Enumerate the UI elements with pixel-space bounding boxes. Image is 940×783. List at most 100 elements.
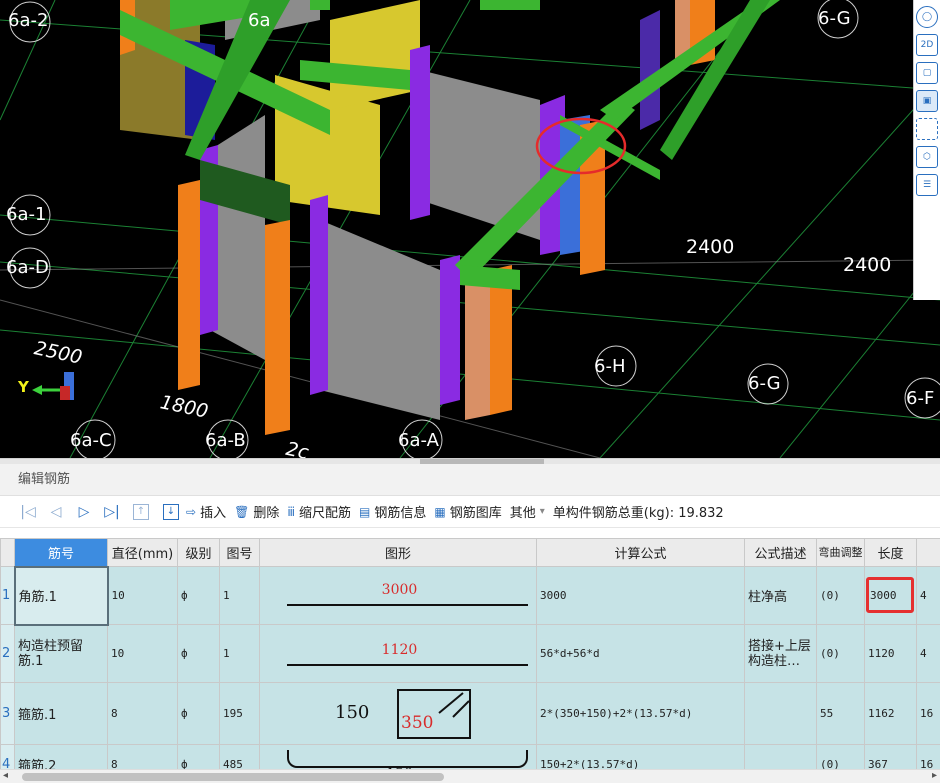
bend-adjust-cell[interactable]: (0) bbox=[816, 624, 865, 683]
extra-cell[interactable]: 4 bbox=[916, 624, 940, 683]
shape-cell[interactable]: 150 bbox=[259, 744, 537, 772]
shape-cell[interactable]: 3000 bbox=[259, 566, 537, 625]
formula-desc-cell[interactable]: 搭接+上层构造柱… bbox=[744, 624, 817, 683]
figure-no-cell[interactable]: 485 bbox=[219, 744, 260, 772]
formula-desc-cell[interactable]: 柱净高 bbox=[744, 566, 817, 625]
rebar-info-button[interactable]: ▤ 钢筋信息 bbox=[359, 502, 426, 522]
extra-cell[interactable]: 4 bbox=[916, 566, 940, 625]
length-cell[interactable]: 367 bbox=[864, 744, 917, 772]
formula-desc-cell[interactable] bbox=[744, 744, 817, 772]
model-3d-drawing bbox=[0, 0, 940, 458]
header-shape[interactable]: 图形 bbox=[259, 538, 537, 567]
library-icon: ▦ bbox=[434, 504, 446, 519]
total-weight: 单构件钢筋总重(kg): 19.832 bbox=[552, 506, 724, 521]
other-dropdown[interactable]: 其他 ▾ bbox=[510, 502, 545, 521]
orbit-icon[interactable]: ◯ bbox=[916, 6, 938, 28]
bar-name-cell[interactable]: 箍筋.2 bbox=[14, 744, 108, 772]
chevron-down-icon: ▾ bbox=[539, 506, 545, 517]
rebar-library-label: 钢筋图库 bbox=[449, 506, 502, 521]
rebar-toolbar: |◁ ◁ ▷ ▷| ↑ ↓ ⇨ 插入 🗑 删除 ⅲ 缩尺配筋 ▤ 钢筋信息 ▦ 钢筋图库 … bbox=[0, 496, 940, 528]
horizontal-scrollbar[interactable]: ◂ ▸ bbox=[0, 769, 940, 783]
table-row[interactable]: 2 构造柱预留筋.1 10 ф 1 1120 56*d+56*d 搭接+上层构造… bbox=[0, 624, 940, 683]
rebar-library-button[interactable]: ▦ 钢筋图库 bbox=[434, 502, 502, 522]
shape-dimension[interactable]: 1120 bbox=[263, 642, 536, 658]
2d-icon[interactable]: 2D bbox=[916, 34, 938, 56]
header-bend-adjust[interactable]: 弯曲调整 bbox=[816, 538, 865, 567]
length-cell[interactable]: 1120 bbox=[864, 624, 917, 683]
model-viewport[interactable]: 6a-2 6a 6-G 6a-1 6a-D 6-H 6-G 6-F 6a-C 6… bbox=[0, 0, 940, 458]
first-record-icon[interactable]: |◁ bbox=[14, 504, 42, 520]
next-record-icon[interactable]: ▷ bbox=[70, 504, 98, 520]
header-formula-desc[interactable]: 公式描述 bbox=[744, 538, 817, 567]
extra-cell[interactable]: 16 bbox=[916, 682, 940, 745]
figure-no-cell[interactable]: 195 bbox=[219, 682, 260, 745]
select-box-icon[interactable] bbox=[916, 118, 938, 140]
insert-icon: ⇨ bbox=[186, 504, 197, 519]
header-length[interactable]: 长度 bbox=[864, 538, 917, 567]
move-up-icon[interactable]: ↑ bbox=[133, 503, 149, 520]
rebar-table: 筋号 直径(mm) 级别 图号 图形 计算公式 公式描述 弯曲调整 长度 1 角… bbox=[0, 538, 940, 772]
bar-name-cell[interactable]: 构造柱预留筋.1 bbox=[14, 624, 108, 683]
grade-cell[interactable]: ф bbox=[177, 682, 220, 745]
scale-rebar-button[interactable]: ⅲ 缩尺配筋 bbox=[287, 502, 351, 522]
last-record-icon[interactable]: ▷| bbox=[98, 504, 126, 520]
grade-cell[interactable]: ф bbox=[177, 624, 220, 683]
header-diameter[interactable]: 直径(mm) bbox=[107, 538, 178, 567]
delete-button[interactable]: 🗑 删除 bbox=[234, 502, 279, 522]
scroll-left-icon[interactable]: ◂ bbox=[3, 770, 8, 781]
header-bar-no[interactable]: 筋号 bbox=[14, 538, 108, 567]
formula-cell[interactable]: 2*(350+150)+2*(13.57*d) bbox=[536, 682, 745, 745]
shape-dimension[interactable]: 3000 bbox=[263, 582, 536, 598]
prev-record-icon[interactable]: ◁ bbox=[42, 504, 70, 520]
shape-cell[interactable]: 1120 bbox=[259, 624, 537, 683]
grade-cell[interactable]: ф bbox=[177, 566, 220, 625]
scrollbar-thumb[interactable] bbox=[22, 773, 444, 781]
bend-adjust-cell[interactable]: (0) bbox=[816, 744, 865, 772]
table-row[interactable]: 3 箍筋.1 8 ф 195 150 350 2*(350+150)+2*(13… bbox=[0, 682, 940, 745]
figure-no-cell[interactable]: 1 bbox=[219, 624, 260, 683]
header-formula[interactable]: 计算公式 bbox=[536, 538, 745, 567]
header-row-number bbox=[0, 538, 15, 567]
formula-cell[interactable]: 150+2*(13.57*d) bbox=[536, 744, 745, 772]
header-extra[interactable] bbox=[916, 538, 940, 567]
bar-name-cell[interactable]: 箍筋.1 bbox=[14, 682, 108, 745]
shape-cell[interactable]: 150 350 bbox=[259, 682, 537, 745]
formula-cell[interactable]: 3000 bbox=[536, 566, 745, 625]
row-number: 2 bbox=[0, 624, 15, 683]
grade-cell[interactable]: ф bbox=[177, 744, 220, 772]
axis-label-6-H: 6-H bbox=[594, 356, 626, 377]
cube-icon[interactable]: ▢ bbox=[916, 62, 938, 84]
formula-desc-cell[interactable] bbox=[744, 682, 817, 745]
stirrup-width[interactable]: 150 bbox=[335, 702, 369, 723]
insert-button[interactable]: ⇨ 插入 bbox=[186, 502, 227, 522]
bend-adjust-cell[interactable]: (0) bbox=[816, 566, 865, 625]
header-grade[interactable]: 级别 bbox=[177, 538, 220, 567]
header-figure-no[interactable]: 图号 bbox=[219, 538, 260, 567]
diameter-cell[interactable]: 10 bbox=[107, 566, 178, 625]
figure-no-cell[interactable]: 1 bbox=[219, 566, 260, 625]
table-row[interactable]: 1 角筋.1 10 ф 1 3000 3000 柱净高 (0) 3000 4 bbox=[0, 565, 940, 626]
table-row[interactable]: 4 箍筋.2 8 ф 485 150 150+2*(13.57*d) (0) 3… bbox=[0, 744, 940, 772]
scroll-right-icon[interactable]: ▸ bbox=[932, 770, 937, 781]
extra-cell[interactable]: 16 bbox=[916, 744, 940, 772]
bar-name-cell[interactable]: 角筋.1 bbox=[13, 565, 109, 626]
diameter-cell[interactable]: 8 bbox=[107, 682, 178, 745]
formula-cell[interactable]: 56*d+56*d bbox=[536, 624, 745, 683]
axis-label-6a-B: 6a-B bbox=[205, 430, 246, 451]
diameter-cell[interactable]: 8 bbox=[107, 744, 178, 772]
diameter-cell[interactable]: 10 bbox=[107, 624, 178, 683]
view-toolbar: ◯ 2D ▢ ▣ ⬡ ☰ bbox=[913, 0, 940, 300]
bend-adjust-cell[interactable]: 55 bbox=[816, 682, 865, 745]
axis-label-6a-1: 6a-1 bbox=[6, 204, 47, 225]
list-icon[interactable]: ☰ bbox=[916, 174, 938, 196]
dimension-2400-a: 2400 bbox=[686, 236, 735, 258]
move-down-icon[interactable]: ↓ bbox=[163, 503, 179, 520]
length-value: 3000 bbox=[870, 589, 897, 602]
view-3d-icon[interactable]: ⬡ bbox=[916, 146, 938, 168]
insert-label: 插入 bbox=[200, 506, 227, 521]
length-cell[interactable]: 1162 bbox=[864, 682, 917, 745]
row-number: 1 bbox=[0, 566, 15, 625]
length-cell[interactable]: 3000 bbox=[864, 566, 917, 625]
cube-shaded-icon[interactable]: ▣ bbox=[916, 90, 938, 112]
other-label: 其他 bbox=[509, 506, 536, 521]
